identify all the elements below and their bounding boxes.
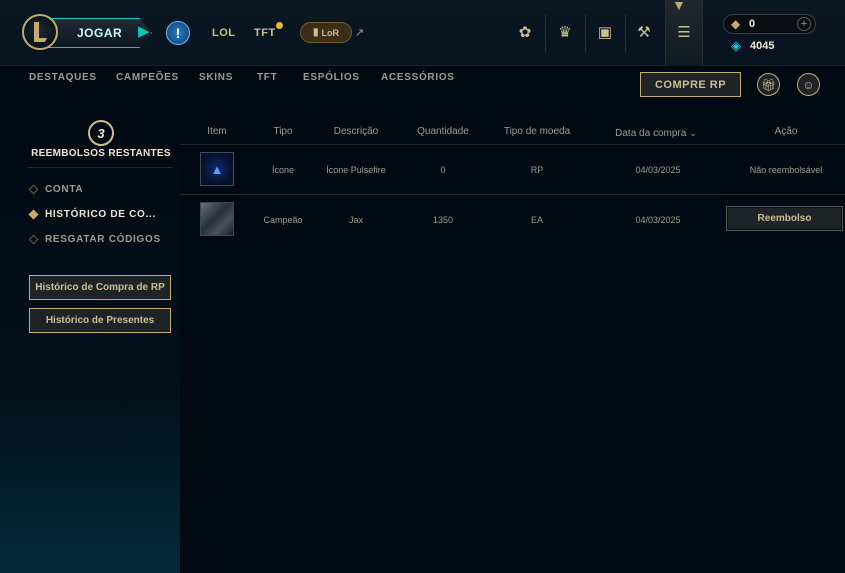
trophy-icon[interactable]: ♛: [553, 22, 577, 44]
divider: [625, 14, 626, 52]
lor-card-icon: ▮: [312, 27, 319, 38]
store-tab-skins[interactable]: SKINS: [199, 72, 233, 83]
blue-essence-icon: ◈: [731, 38, 741, 53]
cell-moeda: RP: [530, 165, 544, 175]
refund-button[interactable]: Reembolso: [726, 206, 843, 231]
row-divider: [180, 194, 845, 195]
cell-quantidade: 1350: [432, 215, 454, 225]
diamond-icon: [28, 184, 39, 195]
divider: [28, 167, 172, 168]
account-icon[interactable]: ☺: [797, 73, 820, 96]
game-tab-lol[interactable]: LOL: [212, 27, 236, 39]
store-tab-campeoes[interactable]: CAMPEÕES: [116, 72, 179, 83]
cell-acao: Não reembolsável: [749, 165, 823, 175]
item-thumbnail: ▲: [200, 152, 234, 186]
plus-icon[interactable]: +: [797, 17, 811, 31]
crafting-icon[interactable]: ⚒: [632, 22, 656, 44]
sidebar-item-historico[interactable]: HISTÓRICO DE CO...: [28, 209, 156, 220]
cell-tipo: Campeão: [263, 215, 303, 225]
col-header-data[interactable]: Data da compra ⌄: [606, 128, 706, 139]
gift-icon[interactable]: 🎁︎: [757, 73, 780, 96]
play-arrow-icon: ▶: [138, 23, 150, 40]
game-tab-lor[interactable]: ▮ LoR: [300, 22, 352, 43]
sidebar-item-conta[interactable]: CONTA: [28, 184, 83, 195]
divider: [585, 14, 586, 52]
store-tab-tft[interactable]: TFT: [257, 72, 277, 83]
blue-essence-balance: 4045: [750, 40, 775, 52]
rp-purchase-history-button[interactable]: Histórico de Compra de RP: [29, 275, 171, 300]
play-button[interactable]: JOGAR: [48, 18, 152, 48]
gift-history-button[interactable]: Histórico de Presentes: [29, 308, 171, 333]
champion-thumbnail: [200, 202, 234, 236]
rp-balance: 0: [749, 18, 756, 30]
divider: [545, 14, 546, 52]
diamond-icon: [28, 234, 39, 245]
game-tab-tft[interactable]: TFT: [254, 27, 276, 39]
cell-data: 04/03/2025: [635, 165, 681, 175]
backpack-icon[interactable]: ▣: [593, 22, 617, 44]
purchase-history-panel: [180, 118, 845, 573]
refunds-count: 3: [88, 120, 114, 146]
col-header-quantidade: Quantidade: [417, 126, 469, 137]
cell-tipo: Ícone: [271, 165, 295, 175]
sidebar-item-resgatar[interactable]: RESGATAR CÓDIGOS: [28, 234, 161, 245]
col-header-tipo: Tipo: [273, 126, 293, 137]
chevron-down-icon: ⌄: [689, 128, 697, 138]
alert-icon[interactable]: !: [166, 21, 190, 45]
external-link-icon: ↗: [355, 27, 365, 39]
refunds-label: REEMBOLSOS RESTANTES: [31, 148, 171, 159]
cell-descricao: Jax: [348, 215, 363, 225]
diamond-icon: [28, 209, 39, 220]
cell-descricao: Ícone Pulsefire: [326, 165, 386, 175]
rp-icon: ◆: [731, 17, 741, 31]
notification-dot: [276, 22, 283, 29]
cell-data: 04/03/2025: [635, 215, 681, 225]
col-header-item: Item: [207, 126, 227, 137]
col-header-acao: Ação: [774, 126, 798, 137]
cell-moeda: EA: [530, 215, 543, 225]
store-tab-destaques[interactable]: DESTAQUES: [29, 72, 97, 83]
sidebar: [0, 118, 180, 573]
league-logo-icon[interactable]: [22, 14, 58, 50]
lotus-icon[interactable]: ✿: [513, 22, 537, 44]
buy-rp-button[interactable]: COMPRE RP: [640, 72, 741, 97]
cell-quantidade: 0: [440, 165, 446, 175]
play-button-label: JOGAR: [77, 26, 123, 40]
store-icon[interactable]: ☰: [672, 22, 696, 44]
store-tab-espolios[interactable]: ESPÓLIOS: [303, 72, 360, 83]
col-header-moeda: Tipo de moeda: [503, 126, 571, 137]
chevron-down-icon: ▼: [672, 0, 686, 13]
col-header-descricao: Descrição: [333, 126, 379, 137]
store-tab-acessorios[interactable]: ACESSÓRIOS: [381, 72, 455, 83]
